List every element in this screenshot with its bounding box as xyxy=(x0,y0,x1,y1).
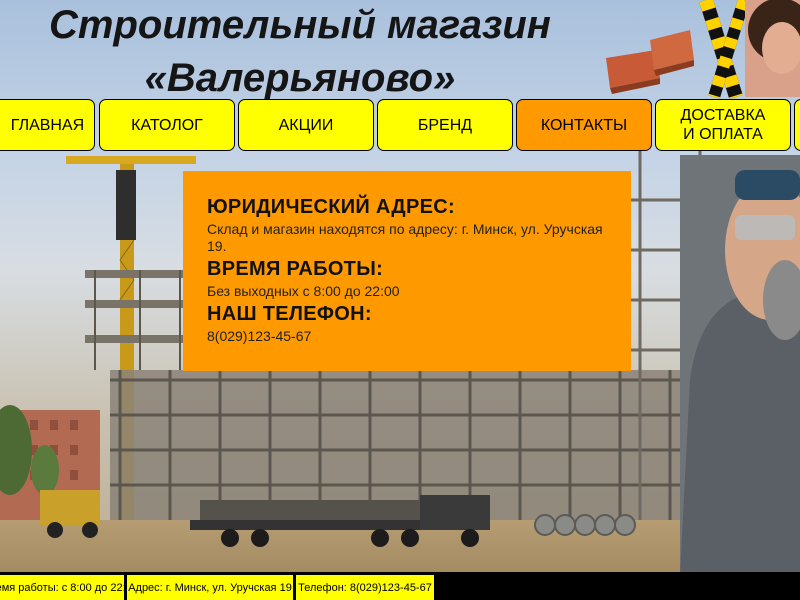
footer: Время работы: с 8:00 до 22:00 Адрес: г. … xyxy=(0,572,800,600)
nav-contacts-label: КОНТАКТЫ xyxy=(540,116,628,134)
hazard-tape xyxy=(699,0,750,100)
site-title: Строительный магазин «Валерьяново» xyxy=(0,0,600,98)
nav-home[interactable]: ГЛАВНАЯ xyxy=(0,99,95,151)
worker-photo-right xyxy=(680,155,800,575)
nav-promotions[interactable]: АКЦИИ xyxy=(238,99,374,151)
nav-contacts[interactable]: КОНТАКТЫ xyxy=(516,99,652,151)
footer-phone: Телефон: 8(029)123-45-67 xyxy=(296,575,434,600)
nav-catalog-label: КАТОЛОГ xyxy=(131,116,203,134)
nav-promotions-label: АКЦИИ xyxy=(278,116,334,134)
phone-text: 8(029)123-45-67 xyxy=(207,328,312,344)
contacts-panel: ЮРИДИЧЕСКИЙ АДРЕС: Склад и магазин наход… xyxy=(183,171,631,371)
nav-delivery-line2: И ОПЛАТА xyxy=(683,126,763,143)
nav-brand[interactable]: БРЕНД xyxy=(377,99,513,151)
nav-delivery-payment[interactable]: ДОСТАВКА И ОПЛАТА xyxy=(655,99,791,151)
nav-more[interactable] xyxy=(794,99,800,151)
footer-address: Адрес: г. Минск, ул. Уручская 19 xyxy=(127,575,293,600)
hours-text: Без выходных с 8:00 до 22:00 xyxy=(207,283,400,299)
nav-delivery-line1: ДОСТАВКА xyxy=(680,107,766,124)
site-title-line1: Строительный магазин xyxy=(49,3,551,47)
person-photo-top xyxy=(745,0,800,97)
nav-delivery-payment-label: ДОСТАВКА И ОПЛАТА xyxy=(681,106,766,144)
site-title-line2: «Валерьяново» xyxy=(144,56,456,100)
footer-hours: Время работы: с 8:00 до 22:00 xyxy=(0,575,138,600)
hours-heading: ВРЕМЯ РАБОТЫ: xyxy=(207,258,384,280)
address-heading: ЮРИДИЧЕСКИЙ АДРЕС: xyxy=(207,196,455,218)
bricks-decoration xyxy=(606,30,694,94)
nav-catalog[interactable]: КАТОЛОГ xyxy=(99,99,235,151)
nav-brand-label: БРЕНД xyxy=(417,116,473,134)
nav-home-label: ГЛАВНАЯ xyxy=(10,116,85,134)
main-nav: ГЛАВНАЯ КАТОЛОГ АКЦИИ БРЕНД КОНТАКТЫ ДОС… xyxy=(0,97,800,155)
address-text: Склад и магазин находятся по адресу: г. … xyxy=(207,221,603,254)
phone-heading: НАШ ТЕЛЕФОН: xyxy=(207,303,372,325)
